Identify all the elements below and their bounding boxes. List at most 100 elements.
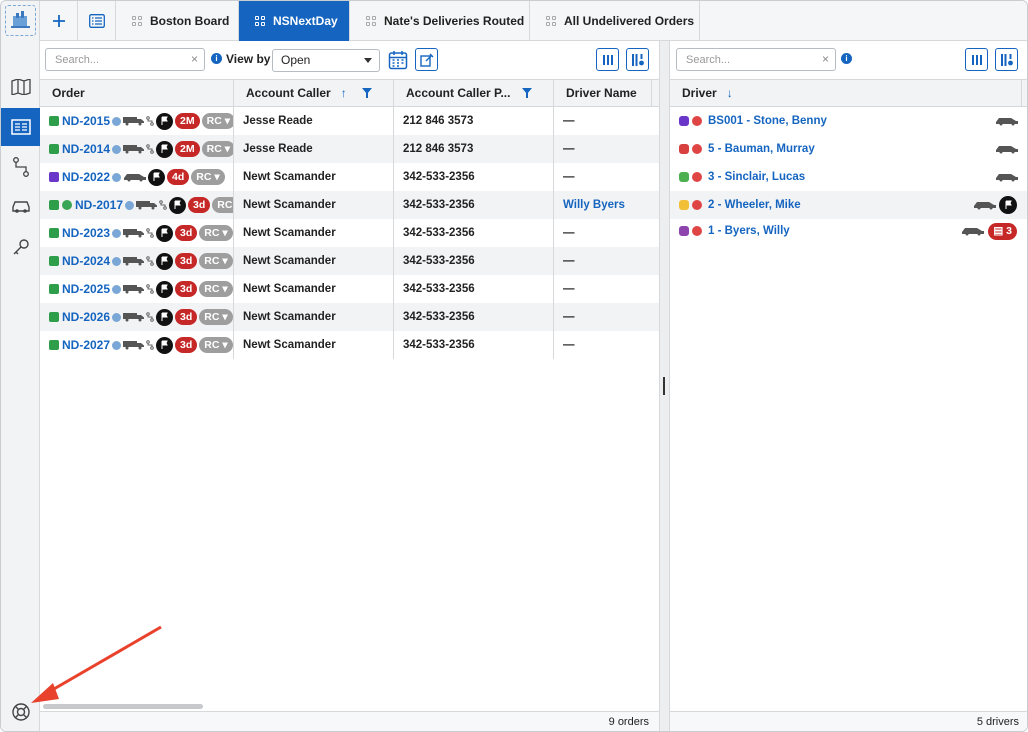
sort-asc-icon[interactable]: ↑ <box>341 86 347 100</box>
view-by-select[interactable]: Open <box>272 49 380 72</box>
rc-dropdown[interactable]: RC ▾ <box>191 169 225 185</box>
order-id-link[interactable]: ND-2025 <box>62 282 110 296</box>
table-row[interactable]: ND-2027 3d RC ▾ Newt Scamander 342-533-2356— <box>40 331 659 359</box>
horizontal-scrollbar[interactable] <box>43 704 203 709</box>
column-settings-icon <box>631 53 644 66</box>
tab-nates-deliveries-routed[interactable]: Nate's Deliveries Routed <box>350 1 530 41</box>
car-icon <box>961 226 985 236</box>
order-id-link[interactable]: ND-2023 <box>62 226 110 240</box>
account-caller-phone-cell: 342-533-2356 <box>393 163 553 191</box>
columns-button[interactable] <box>596 48 619 71</box>
route-icon <box>159 200 167 210</box>
car-icon <box>995 144 1019 154</box>
driver-name-cell: — <box>553 275 651 303</box>
table-row[interactable]: ND-2026 3d RC ▾ Newt Scamander 342-533-2356— <box>40 303 659 331</box>
table-row[interactable]: ND-2024 3d RC ▾ Newt Scamander 342-533-2356— <box>40 247 659 275</box>
driver-name-link[interactable]: 1 - Byers, Willy <box>708 225 790 237</box>
truck-icon <box>123 144 146 154</box>
rc-dropdown[interactable]: RC ▾ <box>199 309 233 325</box>
orders-search-input[interactable]: Search... × <box>45 48 205 71</box>
board-grid-icon <box>366 16 376 26</box>
column-settings-button[interactable] <box>626 48 649 71</box>
order-cell: ND-2015 2M RC ▾ <box>40 107 233 135</box>
filter-icon[interactable] <box>522 88 532 98</box>
tab-nsnextday[interactable]: NSNextDay <box>239 1 350 41</box>
list-item[interactable]: 1 - Byers, Willy ▤ 3 <box>670 217 1027 245</box>
list-item[interactable]: BS001 - Stone, Benny <box>670 107 1027 135</box>
flag-icon <box>999 196 1017 214</box>
tab-all-undelivered-orders[interactable]: All Undelivered Orders <box>530 1 700 41</box>
list-item[interactable]: 2 - Wheeler, Mike <box>670 191 1027 219</box>
forward-arrow-icon <box>112 172 122 182</box>
order-type-icon <box>49 284 59 294</box>
rc-dropdown[interactable]: RC ▾ <box>201 113 233 129</box>
sort-desc-icon[interactable]: ↓ <box>727 86 733 100</box>
clear-search-icon[interactable]: × <box>191 52 198 66</box>
order-id-link[interactable]: ND-2027 <box>62 338 110 352</box>
edit-board-button[interactable] <box>415 48 438 71</box>
app-logo-icon[interactable] <box>5 5 36 36</box>
rc-dropdown[interactable]: RC ▾ <box>199 253 233 269</box>
order-id-link[interactable]: ND-2014 <box>62 142 110 156</box>
drivers-toolbar: Search... × i <box>670 41 1027 79</box>
clear-search-icon[interactable]: × <box>822 52 829 66</box>
key-nav-icon[interactable] <box>1 228 40 266</box>
list-item[interactable]: 3 - Sinclair, Lucas <box>670 163 1027 191</box>
vehicles-nav-icon[interactable] <box>1 188 40 226</box>
panel-splitter[interactable] <box>660 41 669 731</box>
column-header-order[interactable]: Order <box>40 80 234 106</box>
splitter-handle-icon[interactable] <box>663 377 665 395</box>
drivers-search-input[interactable]: Search... × <box>676 48 836 71</box>
tab-boston-board[interactable]: Boston Board <box>116 1 239 41</box>
order-type-icon <box>49 144 59 154</box>
column-header-account-caller[interactable]: Account Caller ↑ <box>234 80 394 106</box>
account-caller-cell: Newt Scamander <box>233 219 393 247</box>
age-badge: 2M <box>175 113 200 129</box>
table-row[interactable]: ND-2025 3d RC ▾ Newt Scamander 342-533-2356— <box>40 275 659 303</box>
forward-arrow-icon <box>112 256 122 266</box>
orders-board-nav-icon[interactable] <box>1 108 40 146</box>
rc-dropdown[interactable]: RC ▾ <box>199 281 233 297</box>
column-header-driver-name[interactable]: Driver Name <box>554 80 652 106</box>
order-id-link[interactable]: ND-2024 <box>62 254 110 268</box>
help-lifebuoy-icon[interactable] <box>1 693 40 731</box>
rc-dropdown[interactable]: RC ▾ <box>199 337 233 353</box>
calendar-button[interactable] <box>386 48 409 71</box>
add-tab-button[interactable] <box>40 1 78 41</box>
route-icon <box>146 116 154 126</box>
filter-icon[interactable] <box>362 88 372 98</box>
age-badge: 3d <box>175 337 198 353</box>
order-id-link[interactable]: ND-2015 <box>62 114 110 128</box>
driver-name-link[interactable]: 2 - Wheeler, Mike <box>708 199 801 211</box>
column-settings-button[interactable] <box>995 48 1018 71</box>
columns-button[interactable] <box>965 48 988 71</box>
driver-name-link[interactable]: 5 - Bauman, Murray <box>708 143 815 155</box>
order-id-link[interactable]: ND-2026 <box>62 310 110 324</box>
rc-dropdown[interactable]: RC ▾ <box>201 141 233 157</box>
table-row[interactable]: ND-2023 3d RC ▾ Newt Scamander 342-533-2356— <box>40 219 659 247</box>
rc-dropdown[interactable]: RC ▾ <box>212 197 233 213</box>
info-icon[interactable]: i <box>211 53 222 64</box>
list-item[interactable]: 5 - Bauman, Murray <box>670 135 1027 163</box>
table-row[interactable]: ND-2017 3dRC ▾Newt Scamander342-533-2356W… <box>40 191 659 219</box>
info-icon[interactable]: i <box>841 53 852 64</box>
driver-name-link[interactable]: BS001 - Stone, Benny <box>708 115 827 127</box>
rc-dropdown[interactable]: RC ▾ <box>199 225 233 241</box>
order-id-link[interactable]: ND-2022 <box>62 170 110 184</box>
order-type-icon <box>49 228 59 238</box>
driver-name-cell: — <box>553 331 651 359</box>
driver-name-cell[interactable]: Willy Byers <box>553 191 651 219</box>
table-row[interactable]: ND-2022 4d RC ▾ Newt Scamander 342-533-2356— <box>40 163 659 191</box>
column-header-driver[interactable]: Driver ↓ <box>670 80 1022 106</box>
map-nav-icon[interactable] <box>1 68 40 106</box>
table-row[interactable]: ND-2014 2M RC ▾ Jesse Reade 212 846 3573— <box>40 135 659 163</box>
driver-status-icons: ▤ 3 <box>961 217 1019 245</box>
driver-name-link[interactable]: 3 - Sinclair, Lucas <box>708 171 805 183</box>
table-row[interactable]: ND-2015 2M RC ▾ Jesse Reade 212 846 3573— <box>40 107 659 135</box>
status-dot-icon <box>62 200 72 210</box>
column-header-account-caller-phone[interactable]: Account Caller P... <box>394 80 554 106</box>
flag-icon <box>156 140 174 158</box>
list-view-button[interactable] <box>78 1 116 41</box>
routes-nav-icon[interactable] <box>1 148 40 186</box>
order-id-link[interactable]: ND-2017 <box>75 198 123 212</box>
